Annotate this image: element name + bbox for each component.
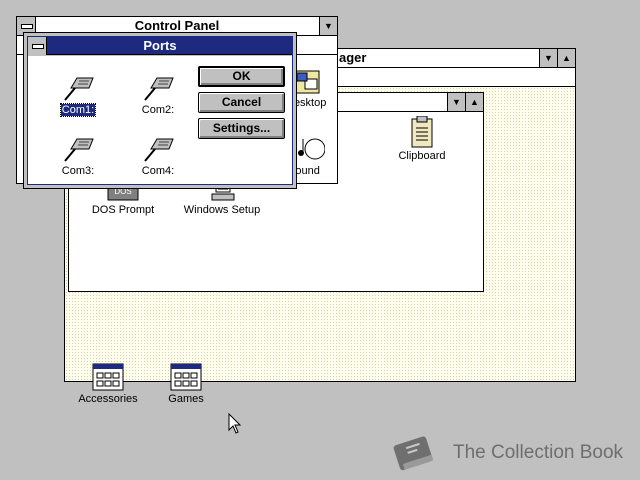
serial-port-icon <box>64 138 94 162</box>
mouse-pointer-icon <box>228 413 242 434</box>
svg-text:DOS: DOS <box>114 187 131 196</box>
program-manager-title-visible: ager <box>339 49 369 67</box>
group-label: Accessories <box>78 393 138 405</box>
ports-titlebar[interactable]: Ports <box>28 37 292 55</box>
icon-label: DOS Prompt <box>91 204 155 216</box>
program-group-icon <box>92 363 124 391</box>
port-com3[interactable]: Com3: <box>48 135 108 177</box>
watermark-text: The Collection Book <box>453 442 624 463</box>
system-menu-icon[interactable] <box>28 37 47 55</box>
icon-label: Com1: <box>59 103 97 117</box>
group-label: Games <box>168 393 204 405</box>
cancel-button[interactable]: Cancel <box>198 92 285 113</box>
icon-label: Clipboard <box>398 150 446 162</box>
desktop-icon <box>294 70 320 94</box>
icon-clipboard[interactable]: Clipboard <box>387 116 457 162</box>
icon-label: Com3: <box>61 165 95 177</box>
group-icon-games[interactable]: Games <box>153 363 219 405</box>
maximize-icon[interactable]: ▲ <box>465 93 483 111</box>
ports-dialog: Ports Com1: Com2: Com3: Com4: OK Cancel … <box>23 32 297 189</box>
settings-button[interactable]: Settings... <box>198 118 285 139</box>
port-com2[interactable]: Com2: <box>128 74 188 116</box>
maximize-icon[interactable]: ▲ <box>557 49 575 67</box>
ports-title: Ports <box>143 38 177 53</box>
serial-port-icon <box>144 77 174 101</box>
ports-body: Com1: Com2: Com3: Com4: OK Cancel Settin… <box>28 56 292 184</box>
sound-icon <box>298 138 325 160</box>
control-panel-title: Control Panel <box>134 18 220 33</box>
group-icon-accessories[interactable]: Accessories <box>75 363 141 405</box>
serial-port-icon <box>64 77 94 101</box>
book-icon <box>393 436 434 471</box>
minimize-icon[interactable]: ▼ <box>447 93 465 111</box>
port-com1[interactable]: Com1: <box>48 74 108 117</box>
minimize-icon[interactable]: ▼ <box>539 49 557 67</box>
program-group-icon <box>170 363 202 391</box>
clipboard-icon <box>411 116 433 148</box>
ok-button[interactable]: OK <box>198 66 285 87</box>
serial-port-icon <box>144 138 174 162</box>
minimize-icon[interactable]: ▼ <box>319 17 337 35</box>
icon-label: Com2: <box>141 104 175 116</box>
icon-label: Windows Setup <box>183 204 261 216</box>
icon-label: Com4: <box>141 165 175 177</box>
watermark: The Collection Book <box>388 430 636 476</box>
port-com4[interactable]: Com4: <box>128 135 188 177</box>
